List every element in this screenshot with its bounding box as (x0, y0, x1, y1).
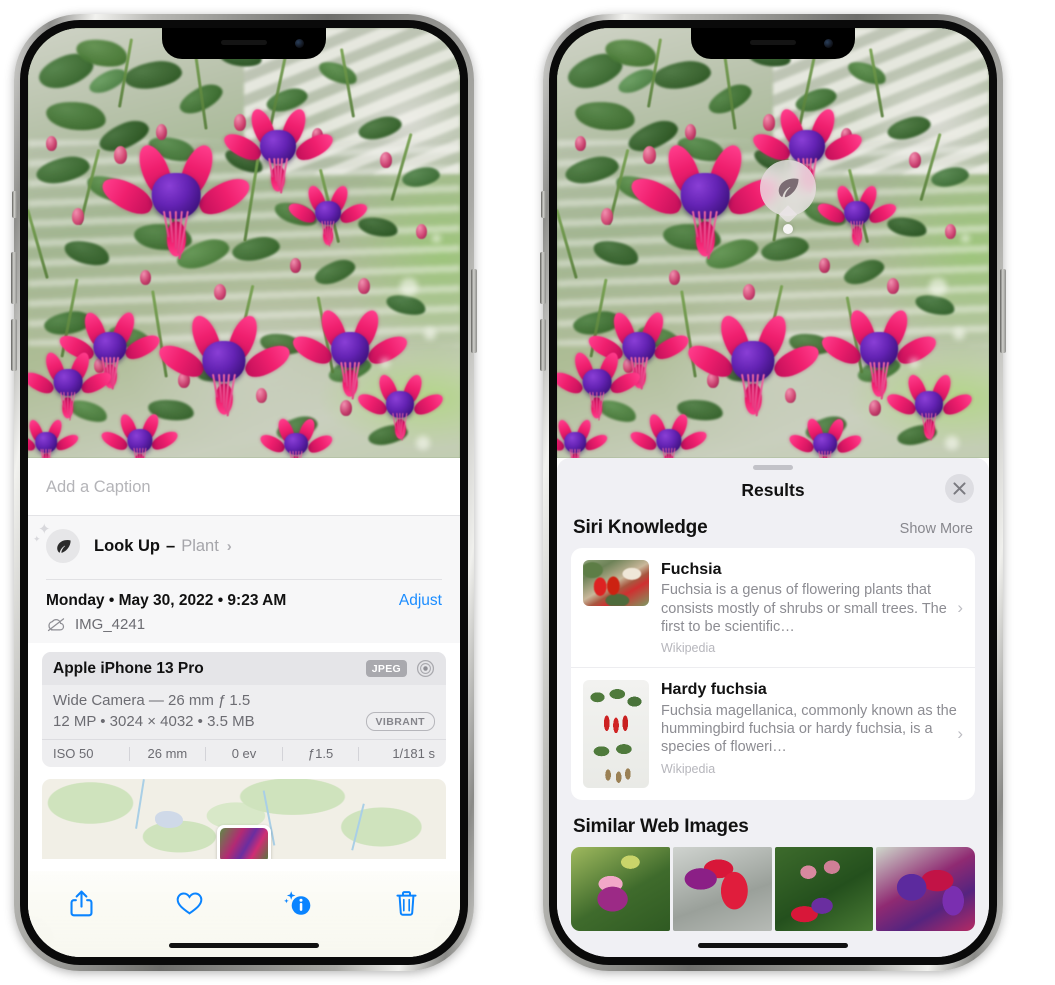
photo-viewer[interactable] (28, 28, 460, 458)
device-bezel: Add a Caption ✦ ✦ Look Up – Plant › Mond… (20, 20, 468, 965)
close-icon (953, 482, 966, 495)
lookup-anchor-dot (783, 224, 793, 234)
home-indicator-right[interactable] (698, 943, 848, 948)
similar-web-images-title: Similar Web Images (573, 816, 749, 838)
image-specs: 12 MP • 3024 × 4032 • 3.5 MB (53, 713, 255, 730)
chevron-right-icon: › (226, 537, 232, 555)
knowledge-item-source: Wikipedia (661, 641, 716, 656)
filename-row: IMG_4241 (46, 616, 442, 633)
look-up-row[interactable]: ✦ ✦ Look Up – Plant › (28, 516, 460, 576)
heart-icon (176, 892, 203, 915)
volume-up-button-right[interactable] (540, 252, 546, 304)
exif-item: 26 mm (147, 746, 188, 761)
volume-down-button[interactable] (11, 319, 17, 371)
leaf-icon: ✦ ✦ (33, 522, 80, 563)
volume-down-button-right[interactable] (540, 319, 546, 371)
exif-item: 1/181 s (392, 746, 435, 761)
knowledge-item-title: Fuchsia (661, 561, 722, 578)
power-button[interactable] (471, 269, 477, 353)
silence-switch[interactable] (12, 191, 17, 218)
sparkle-icon-small: ✦ (33, 534, 41, 544)
power-button-right[interactable] (1000, 269, 1006, 353)
divider (46, 579, 442, 580)
earpiece-speaker-right (750, 40, 796, 45)
photo-info-sheet: Add a Caption ✦ ✦ Look Up – Plant › Mond… (28, 458, 460, 957)
notch (162, 28, 326, 59)
silence-switch-right[interactable] (541, 191, 546, 218)
camera-card-body: Wide Camera — 26 mm ƒ 1.5 12 MP • 3024 ×… (42, 685, 446, 739)
knowledge-item-description: Fuchsia magellanica, commonly known as t… (661, 702, 957, 756)
exif-item: 0 ev (231, 746, 257, 761)
fuchsia-web-image-1[interactable] (571, 847, 670, 932)
knowledge-card: Fuchsia Fuchsia is a genus of flowering p… (571, 548, 975, 801)
camera-device-name: Apple iPhone 13 Pro (53, 659, 204, 677)
knowledge-item[interactable]: Fuchsia Fuchsia is a genus of flowering p… (571, 548, 975, 667)
knowledge-item-source: Wikipedia (661, 761, 716, 776)
filename: IMG_4241 (75, 616, 146, 633)
location-map[interactable] (42, 779, 446, 859)
favorite-button[interactable] (167, 883, 213, 923)
caption-input[interactable]: Add a Caption (28, 458, 460, 516)
adjust-button[interactable]: Adjust (399, 592, 442, 610)
notch-right (691, 28, 855, 59)
fuchsia-web-image-2[interactable] (672, 847, 772, 932)
close-button[interactable] (945, 474, 974, 503)
earpiece-speaker (221, 40, 267, 45)
exif-item: ISO 50 (53, 746, 94, 761)
siri-knowledge-header: Siri Knowledge Show More (557, 517, 989, 548)
delete-button[interactable] (384, 883, 430, 923)
photo-viewer-right[interactable] (557, 28, 989, 458)
metadata-block: Monday • May 30, 2022 • 9:23 AM Adjust I… (28, 576, 460, 643)
volume-up-button[interactable] (11, 252, 17, 304)
knowledge-thumbnail (583, 560, 649, 606)
knowledge-text: Hardy fuchsia Fuchsia magellanica, common… (661, 680, 965, 775)
screen-left: Add a Caption ✦ ✦ Look Up – Plant › Mond… (28, 28, 460, 957)
siri-knowledge-title: Siri Knowledge (573, 517, 708, 538)
share-icon (69, 890, 93, 916)
look-up-dash: – (166, 536, 176, 555)
iphone-right-device: Results Siri Knowledge Show More Fuchsia… (540, 14, 1006, 971)
results-title: Results (741, 480, 805, 500)
similar-web-images-row (557, 847, 989, 932)
visual-lookup-badge[interactable] (760, 160, 816, 234)
screen-right: Results Siri Knowledge Show More Fuchsia… (557, 28, 989, 957)
iphone-left-device: Add a Caption ✦ ✦ Look Up – Plant › Mond… (11, 14, 477, 971)
share-button[interactable] (58, 883, 104, 923)
exif-row: ISO 50 26 mm 0 ev ƒ1.5 1/181 s (42, 739, 446, 767)
info-button[interactable] (275, 883, 321, 923)
photographic-style-badge: VIBRANT (365, 712, 435, 731)
chevron-right-icon: › (957, 597, 963, 617)
front-camera-icon-right (824, 39, 833, 48)
look-up-label: Look Up – Plant › (94, 537, 232, 556)
camera-info-card[interactable]: Apple iPhone 13 Pro JPEG Wide Camera — 2… (42, 652, 446, 767)
lens-info: Wide Camera — 26 mm ƒ 1.5 (53, 692, 251, 709)
chevron-right-icon: › (957, 724, 963, 744)
sparkle-icon-large: ✦ (38, 521, 51, 538)
device-bezel-right: Results Siri Knowledge Show More Fuchsia… (549, 20, 997, 965)
info-sparkle-icon (284, 891, 311, 915)
photo-thumbnail-pin[interactable] (217, 825, 271, 859)
camera-card-header: Apple iPhone 13 Pro JPEG (42, 652, 446, 685)
knowledge-item-title: Hardy fuchsia (661, 681, 767, 699)
results-panel: Results Siri Knowledge Show More Fuchsia… (557, 458, 989, 957)
look-up-title: Look Up (94, 536, 160, 555)
home-indicator-left[interactable] (169, 943, 319, 948)
knowledge-item-description: Fuchsia is a genus of flowering plants t… (661, 582, 947, 635)
format-badge: JPEG (365, 660, 407, 677)
trash-icon (396, 890, 417, 916)
fuchsia-web-image-3[interactable] (774, 847, 874, 932)
exif-item: ƒ1.5 (307, 746, 334, 761)
leaf-icon (778, 178, 799, 198)
knowledge-item[interactable]: Hardy fuchsia Fuchsia magellanica, common… (571, 667, 975, 800)
knowledge-text: Fuchsia Fuchsia is a genus of flowering p… (661, 560, 965, 655)
knowledge-thumbnail (583, 680, 649, 789)
photo-date: Monday • May 30, 2022 • 9:23 AM (46, 592, 287, 609)
aperture-icon (416, 659, 435, 678)
look-up-subject: Plant (181, 536, 219, 555)
fuchsia-web-image-4[interactable] (876, 847, 975, 932)
cloud-slash-icon (47, 618, 65, 632)
front-camera-icon (295, 39, 304, 48)
show-more-button[interactable]: Show More (900, 521, 973, 537)
